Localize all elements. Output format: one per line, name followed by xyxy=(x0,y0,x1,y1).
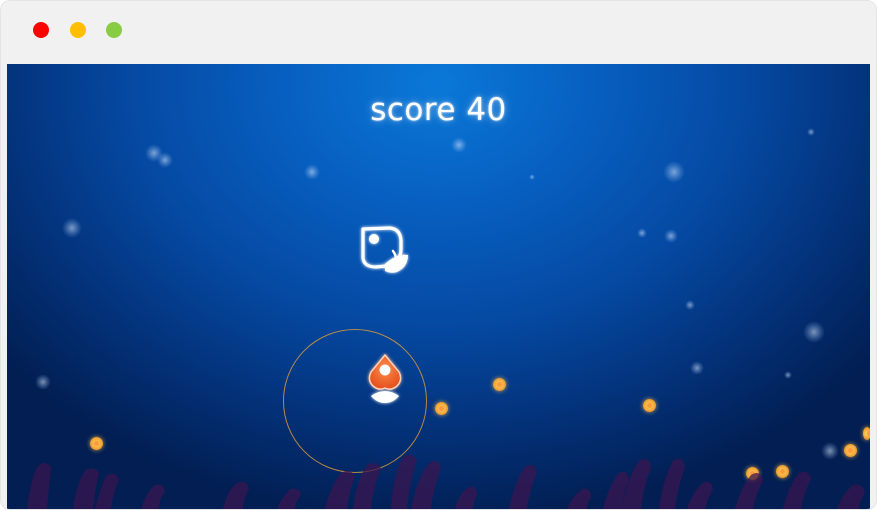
seaweed-decoration xyxy=(27,454,865,509)
sparkle xyxy=(35,374,51,390)
sparkle xyxy=(807,128,815,136)
browser-window: score 40 xyxy=(0,0,877,510)
minimize-window-button[interactable] xyxy=(70,22,86,38)
title-bar xyxy=(1,1,876,63)
sparkle xyxy=(784,371,792,379)
sparkle xyxy=(304,164,320,180)
sparkle xyxy=(62,218,82,238)
sparkle xyxy=(663,161,685,183)
sparkle xyxy=(664,229,678,243)
sparkle xyxy=(637,228,647,238)
sparkle xyxy=(685,300,695,310)
game-canvas[interactable]: score 40 xyxy=(7,64,870,509)
score-label: score 40 xyxy=(370,92,507,128)
sparkle xyxy=(529,174,535,180)
sparkle xyxy=(451,137,467,153)
maximize-window-button[interactable] xyxy=(106,22,122,38)
coin xyxy=(493,378,506,391)
sparkle xyxy=(803,321,825,343)
close-window-button[interactable] xyxy=(33,22,49,38)
coin xyxy=(863,427,870,440)
white-outline-creature-icon xyxy=(361,226,408,273)
sparkle xyxy=(690,361,704,375)
orange-fish-icon[interactable] xyxy=(359,350,411,410)
sparkle xyxy=(157,152,173,168)
coin xyxy=(435,402,448,415)
coin xyxy=(643,399,656,412)
